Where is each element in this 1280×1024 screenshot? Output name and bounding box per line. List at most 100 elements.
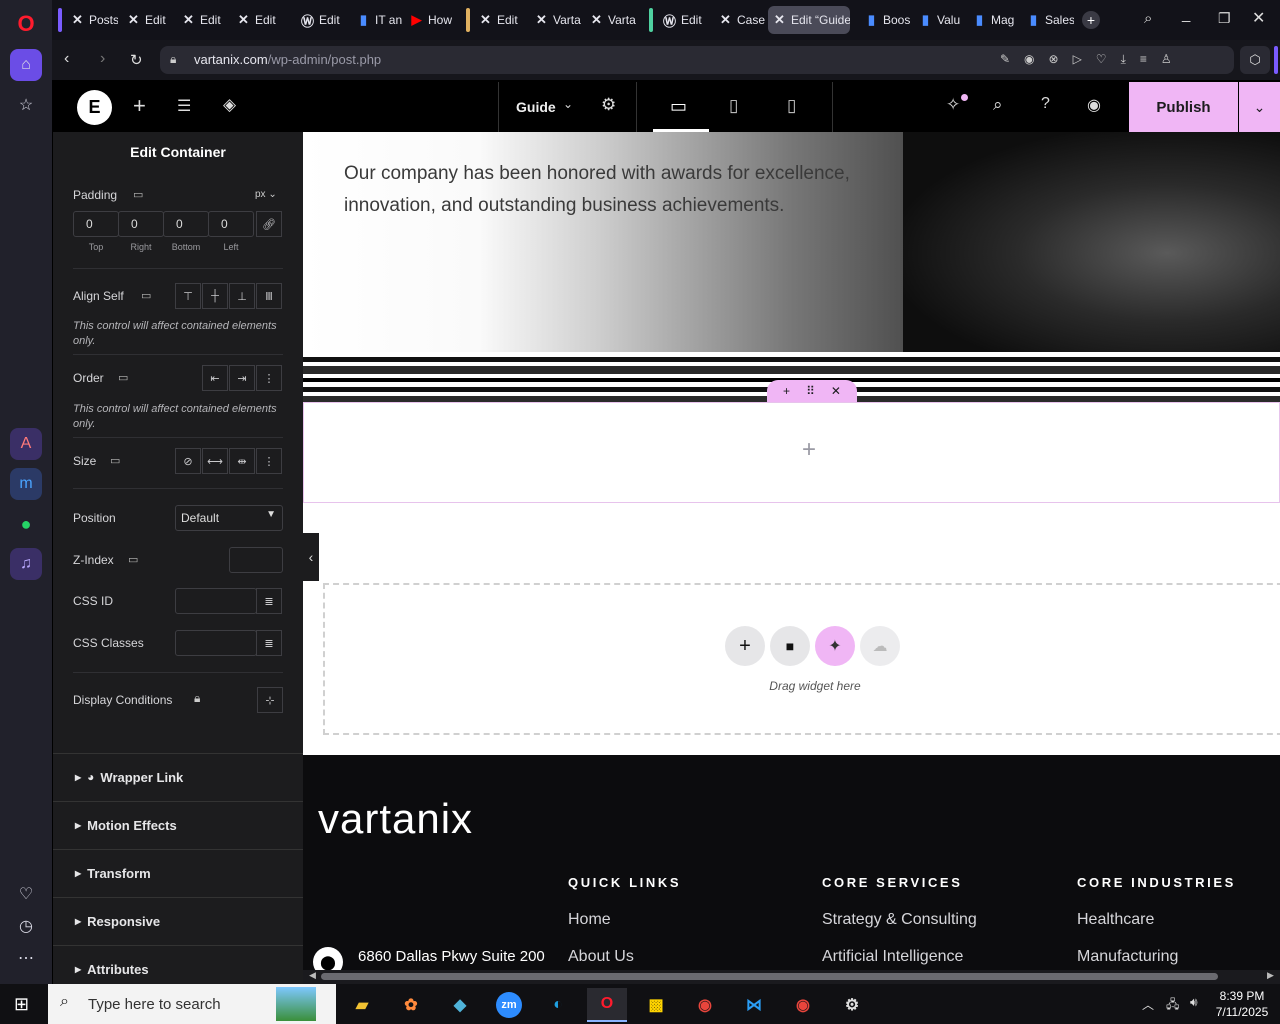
footer-link[interactable]: Strategy & Consulting [822,911,977,929]
whatsapp-icon[interactable]: ● [10,508,42,540]
elementor-logo-icon[interactable]: Ε [77,90,112,125]
padding-unit-select[interactable]: px ⌄ [255,189,277,200]
notifications-rocket-icon[interactable]: ✧ [946,95,960,115]
footer-link[interactable]: About Us [568,948,634,966]
tab[interactable]: ▮ Boos [860,6,912,34]
windows-start-icon[interactable]: ⊞ [14,994,29,1015]
padding-top-input[interactable]: 0 [73,211,119,237]
preview-eye-icon[interactable]: ◉ [1087,95,1101,115]
music-icon[interactable]: ♫ [10,548,42,580]
page-settings-gear-icon[interactable]: ⚙ [601,95,616,115]
link-values-icon[interactable]: 🔗︎ [256,211,282,237]
collapse-panel-chevron-icon[interactable]: ‹ [303,533,319,581]
mobile-device-icon[interactable]: ▯ [787,96,796,116]
section-transform[interactable]: ▶ Transform [53,849,303,896]
size-grow-icon[interactable]: ⟷ [202,448,228,474]
container-handle[interactable]: + ⠿ ✕ [767,380,857,402]
section-responsive[interactable]: ▶ Responsive [53,897,303,944]
template-library-folder-icon[interactable]: ■ [770,626,810,666]
kit-cloud-icon[interactable]: ☁ [860,626,900,666]
tab-active[interactable]: ✕ Edit “Guide [768,6,850,34]
align-center-icon[interactable]: ┼ [202,283,228,309]
padding-right-input[interactable]: 0 [118,211,164,237]
tray-chevron-up-icon[interactable]: ︿ [1142,996,1154,1013]
forward-icon[interactable]: › [100,50,105,68]
app-diamond-icon[interactable]: ◆ [440,988,480,1022]
tab[interactable]: ▮ IT an [352,6,402,34]
close-window-icon[interactable]: ✕ [1252,8,1265,28]
extensions-cube-icon[interactable]: ⬡ [1240,46,1270,74]
tab[interactable]: Ⓦ Edit [658,6,710,34]
dynamic-tags-db-icon[interactable]: ≣ [256,630,282,656]
desktop-device-icon[interactable]: ▭ [670,96,687,117]
home-icon[interactable]: ⌂ [10,49,42,81]
add-new-section-plus-icon[interactable]: + [725,626,765,666]
minimize-icon[interactable]: _ [1182,6,1190,23]
vartanix-logo[interactable]: vartanix [318,795,473,843]
structure-layers-icon[interactable]: ◈ [223,95,236,115]
desktop-responsive-icon[interactable]: ▭ [118,371,128,384]
publish-options-chevron-icon[interactable]: ⌄ [1239,82,1280,132]
file-explorer-icon[interactable]: ▰ [342,988,382,1022]
new-tab-plus-icon[interactable]: + [1082,11,1100,29]
zoom-icon[interactable]: zm [489,988,529,1022]
messenger-icon[interactable]: m [10,468,42,500]
tab[interactable]: ✕ Case [714,6,766,34]
add-element-plus-icon[interactable]: + [133,93,146,119]
size-more-icon[interactable]: ⋮ [256,448,282,474]
reload-icon[interactable]: ↻ [130,51,143,69]
dynamic-tags-db-icon[interactable]: ≣ [256,588,282,614]
finder-search-icon[interactable]: ⌕ [993,95,1003,115]
drag-handle-icon[interactable]: ⠿ [806,384,815,398]
size-none-icon[interactable]: ⊘ [175,448,201,474]
footer-link[interactable]: Artificial Intelligence [822,948,963,966]
section-motion-effects[interactable]: ▶ Motion Effects [53,801,303,848]
search-tabs-icon[interactable]: ⌕ [1144,10,1152,27]
help-icon[interactable]: ? [1041,95,1050,113]
back-icon[interactable]: ‹ [64,50,69,68]
heart-icon[interactable]: ♡ [10,878,42,910]
size-shrink-icon[interactable]: ⇹ [229,448,255,474]
more-icon[interactable]: ⋯ [10,942,42,974]
paint-icon[interactable]: ✿ [391,988,431,1022]
horizontal-scrollbar[interactable]: ◀ ▶ [303,970,1280,984]
footer-link[interactable]: Manufacturing [1077,948,1178,966]
sticky-notes-icon[interactable]: ▩ [636,988,676,1022]
order-more-icon[interactable]: ⋮ [256,365,282,391]
footer-link[interactable]: Home [568,911,611,929]
order-last-icon[interactable]: ⇥ [229,365,255,391]
padding-bottom-input[interactable]: 0 [163,211,209,237]
opera-taskbar-icon[interactable]: O [587,988,627,1022]
taskbar-search-box[interactable]: ⌕ Type here to search [48,984,336,1024]
document-title[interactable]: Guide [516,99,556,115]
desktop-responsive-icon[interactable]: ▭ [128,553,138,566]
drop-zone[interactable]: + ■ ✦ ☁ Drag widget here [323,583,1280,735]
css-classes-input[interactable] [175,630,257,656]
ai-sparkle-icon[interactable]: ✦ [815,626,855,666]
position-select[interactable]: Default ▼ [175,505,283,531]
network-icon[interactable]: 🖧︎ [1166,995,1179,1016]
tab[interactable]: ✕ Posts [66,6,118,34]
desktop-responsive-icon[interactable]: ▭ [141,289,151,302]
footer-link[interactable]: Healthcare [1077,911,1154,929]
publish-button[interactable]: Publish [1129,82,1238,132]
desktop-responsive-icon[interactable]: ▭ [133,188,143,201]
order-first-icon[interactable]: ⇤ [202,365,228,391]
chevron-down-icon[interactable]: ⌄ [563,97,573,111]
tab[interactable]: ✕ Edit [474,6,526,34]
history-icon[interactable]: ◷ [10,910,42,942]
tab[interactable]: ✕ Edit [232,6,284,34]
scroll-left-icon[interactable]: ◀ [309,970,316,981]
tab[interactable]: ▮ Sales [1022,6,1074,34]
conditions-sitemap-icon[interactable]: ⊹ [257,687,283,713]
padding-left-input[interactable]: 0 [208,211,254,237]
scroll-right-icon[interactable]: ▶ [1267,970,1274,981]
edge-icon[interactable]: ◐ [538,988,578,1022]
star-icon[interactable]: ☆ [10,89,42,121]
empty-container[interactable]: + [303,402,1280,503]
align-end-icon[interactable]: ⊥ [229,283,255,309]
aria-icon[interactable]: A [10,428,42,460]
section-wrapper-link[interactable]: ▶ ◕ Wrapper Link [53,753,303,800]
css-id-input[interactable] [175,588,257,614]
chrome-icon[interactable]: ◉ [685,988,725,1022]
